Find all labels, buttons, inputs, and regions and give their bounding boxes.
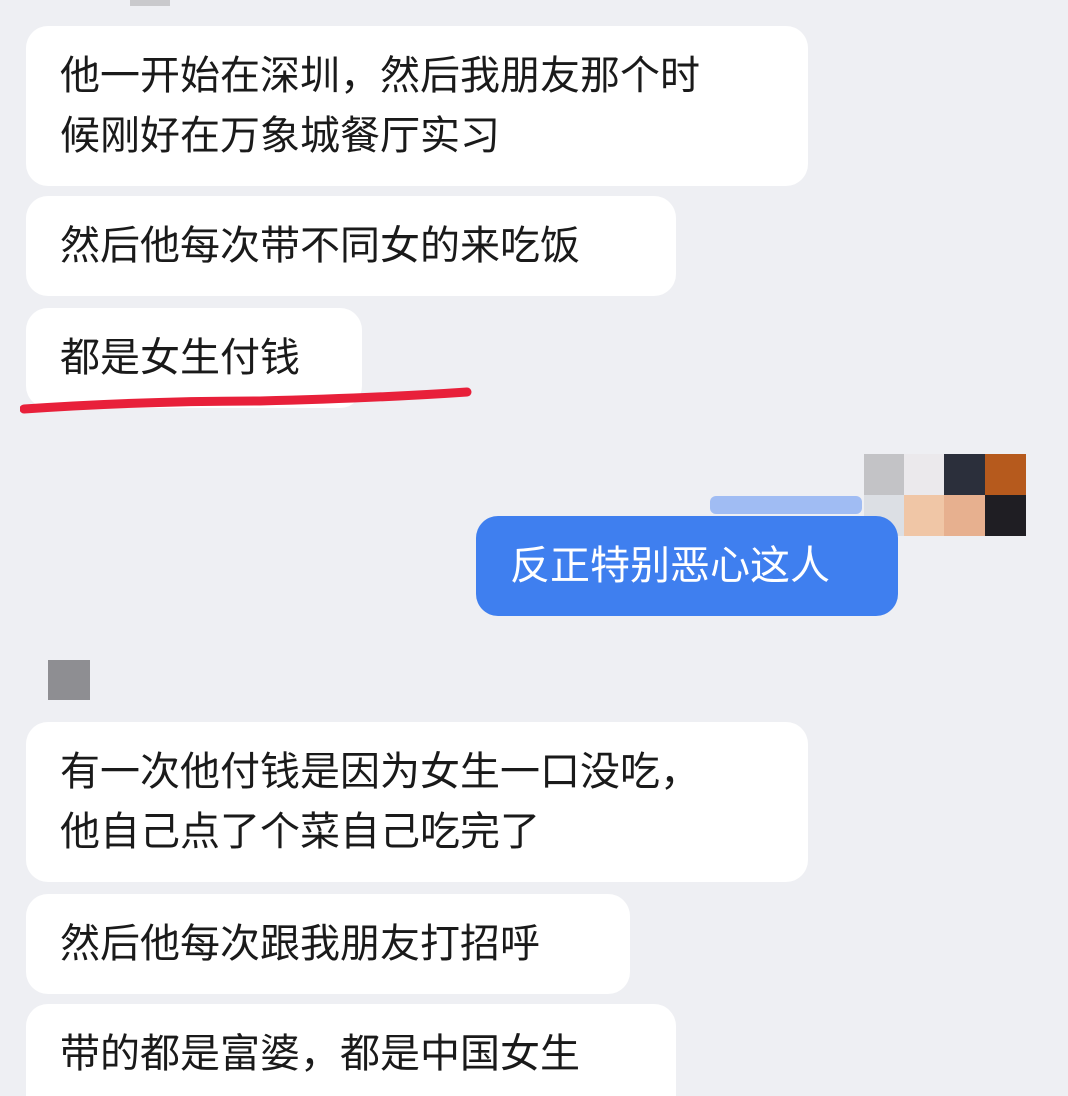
incoming-message-bubble: 有一次他付钱是因为女生一口没吃， 他自己点了个菜自己吃完了 [26,722,808,882]
outgoing-message-bubble: 反正特别恶心这人 [476,516,898,616]
incoming-avatar-icon[interactable] [48,660,90,700]
message-text-line: 他自己点了个菜自己吃完了 [60,809,540,855]
incoming-message-bubble: 然后他每次带不同女的来吃饭 [26,196,676,296]
blur-artifact [710,496,862,514]
incoming-message-bubble: 然后他每次跟我朋友打招呼 [26,894,630,994]
incoming-message-bubble: 他一开始在深圳，然后我朋友那个时 候刚好在万象城餐厅实习 [26,26,808,186]
message-text-line: 有一次他付钱是因为女生一口没吃， [60,749,700,795]
message-text-line: 都是女生付钱 [60,335,300,381]
message-text-line: 反正特别恶心这人 [510,543,830,589]
partial-avatar-icon [130,0,170,6]
message-text-line: 然后他每次带不同女的来吃饭 [60,223,580,269]
message-text-line: 他一开始在深圳，然后我朋友那个时 [60,53,700,99]
incoming-message-bubble: 带的都是富婆，都是中国女生 [26,1004,676,1096]
message-text-line: 候刚好在万象城餐厅实习 [60,113,500,159]
message-text-line: 带的都是富婆，都是中国女生 [60,1031,580,1077]
highlight-underline [20,387,472,414]
message-text-line: 然后他每次跟我朋友打招呼 [60,921,540,967]
